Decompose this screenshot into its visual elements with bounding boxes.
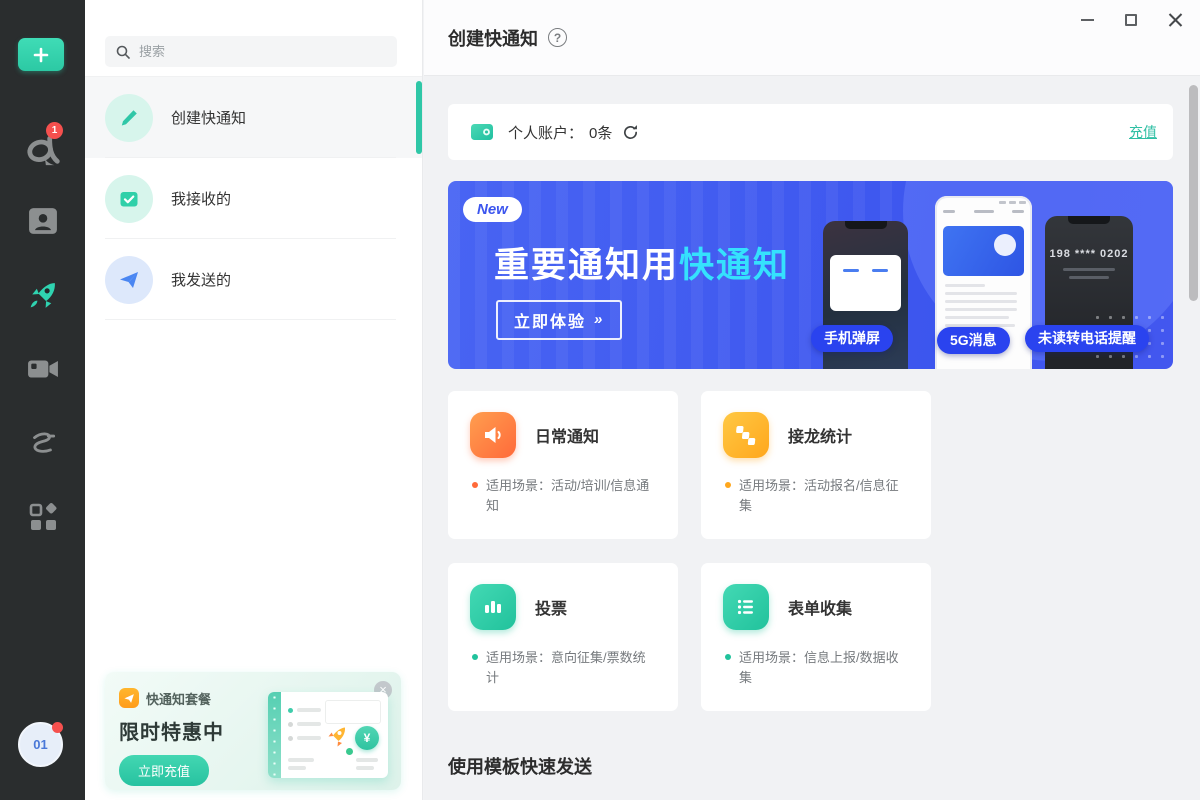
help-icon[interactable] — [548, 28, 567, 47]
promo-banner[interactable]: 198 **** 0202 New 重要通知用快通知 立即体验 手机弹屏 5G消… — [448, 181, 1173, 369]
create-new-button[interactable] — [18, 38, 64, 71]
app-rail: 1 — [0, 0, 85, 800]
card-title: 表单收集 — [788, 595, 852, 619]
account-count: 0条 — [589, 122, 612, 143]
close-icon — [1168, 13, 1182, 27]
card-form-collect[interactable]: 表单收集 适用场景：信息上报/数据收集 — [701, 563, 931, 711]
main-content: 个人账户： 0条 充值 — [424, 77, 1200, 800]
scrollbar-thumb[interactable] — [1189, 85, 1198, 301]
card-daily-notice[interactable]: 日常通知 适用场景：活动/培训/信息通知 — [448, 391, 678, 539]
video-camera-icon — [27, 357, 59, 381]
maximize-button[interactable] — [1116, 5, 1146, 35]
pencil-icon — [105, 94, 153, 142]
active-indicator — [416, 81, 422, 154]
card-desc: 适用场景：信息上报/数据收集 — [739, 648, 909, 688]
card-vote[interactable]: 投票 适用场景：意向征集/票数统计 — [448, 563, 678, 711]
promo-card[interactable]: 快通知套餐 限时特惠中 立即充值 — [105, 672, 401, 790]
headline-prefix: 重要通知用 — [494, 246, 679, 285]
list-item-label: 我发送的 — [171, 269, 231, 290]
plus-icon — [31, 45, 51, 65]
app-window: { "sidebar": { "badge_count": "1", "avat… — [0, 0, 1200, 800]
divider — [105, 319, 396, 320]
card-chain-stats[interactable]: 接龙统计 适用场景：活动报名/信息征集 — [701, 391, 931, 539]
bar-chart-icon — [470, 584, 516, 630]
banner-headline: 重要通知用快通知 — [494, 237, 790, 288]
bullet-dot — [472, 482, 478, 488]
close-button[interactable] — [1160, 5, 1190, 35]
recharge-now-button[interactable]: 立即充值 — [119, 755, 209, 786]
notification-badge: 1 — [46, 122, 63, 139]
notice-type-grid: 日常通知 适用场景：活动/培训/信息通知 接龙统计 适用场景：活动报名/信息征集 — [448, 391, 1172, 711]
coin-icon — [355, 726, 379, 750]
page-title: 创建快通知 — [448, 25, 538, 51]
try-now-button[interactable]: 立即体验 — [496, 300, 622, 340]
minimize-icon — [1081, 19, 1094, 21]
rail-item-quick-notice[interactable] — [0, 258, 85, 332]
card-desc: 适用场景：活动报名/信息征集 — [739, 476, 909, 516]
account-card: 个人账户： 0条 充值 — [448, 104, 1173, 160]
list-item-create-notice[interactable]: 创建快通知 — [85, 77, 422, 158]
list-item-label: 创建快通知 — [171, 107, 246, 128]
minimize-button[interactable] — [1072, 5, 1102, 35]
user-avatar[interactable]: 01 — [18, 722, 63, 767]
search-input[interactable] — [139, 44, 369, 59]
rail-item-cloud[interactable] — [0, 406, 85, 480]
promo-tag: 快通知套餐 — [146, 689, 211, 708]
contact-card-icon — [28, 207, 58, 235]
notice-list: 创建快通知 我接收的 我发送的 — [85, 77, 422, 320]
caller-number: 198 **** 0202 — [1045, 248, 1133, 260]
wallet-icon — [470, 122, 494, 142]
feature-label-5g: 5G消息 — [937, 327, 1010, 354]
card-title: 投票 — [535, 595, 567, 619]
search-box[interactable] — [105, 36, 397, 67]
new-badge: New — [463, 197, 522, 222]
promo-illustration — [268, 692, 388, 778]
chain-tiles-icon — [723, 412, 769, 458]
rail-nav: 1 — [0, 110, 85, 554]
try-now-label: 立即体验 — [514, 308, 586, 332]
paper-plane-icon — [105, 256, 153, 304]
list-panel: 创建快通知 我接收的 我发送的 快通知套餐 — [85, 0, 423, 800]
section-title: 使用模板快速发送 — [448, 753, 1172, 779]
bullet-dot — [725, 654, 731, 660]
card-desc: 适用场景：意向征集/票数统计 — [486, 648, 656, 688]
rail-item-apps[interactable] — [0, 480, 85, 554]
inbox-check-icon — [105, 175, 153, 223]
rail-item-contacts[interactable] — [0, 184, 85, 258]
maximize-icon — [1125, 14, 1137, 26]
refresh-icon[interactable] — [622, 124, 639, 141]
bullet-dot — [725, 482, 731, 488]
headline-highlight: 快通知 — [679, 246, 790, 285]
main-area: 创建快通知 个人账户： 0条 充值 — [424, 0, 1200, 800]
rail-item-messages[interactable]: 1 — [0, 110, 85, 184]
apps-grid-icon — [28, 502, 58, 532]
promo-headline: 限时特惠中 — [119, 716, 224, 745]
rocket-icon — [25, 278, 60, 313]
mini-rocket-icon — [324, 724, 350, 750]
promo-plane-icon — [119, 688, 139, 708]
list-item-sent[interactable]: 我发送的 — [85, 239, 422, 320]
list-lines-icon — [723, 584, 769, 630]
card-title: 日常通知 — [535, 423, 599, 447]
main-header: 创建快通知 — [424, 0, 1200, 76]
list-item-received[interactable]: 我接收的 — [85, 158, 422, 239]
search-icon — [115, 44, 131, 60]
window-controls — [1072, 0, 1190, 40]
card-desc: 适用场景：活动/培训/信息通知 — [486, 476, 656, 516]
card-title: 接龙统计 — [788, 423, 852, 447]
bullet-dot — [472, 654, 478, 660]
cloud-swirl-icon — [27, 430, 59, 456]
rail-item-meeting[interactable] — [0, 332, 85, 406]
account-label: 个人账户： — [508, 122, 583, 143]
feature-label-call: 未读转电话提醒 — [1025, 325, 1149, 352]
speaker-icon — [470, 412, 516, 458]
avatar-status-dot — [52, 722, 63, 733]
avatar-label: 01 — [33, 737, 47, 752]
arrow-icon — [586, 311, 604, 329]
list-item-label: 我接收的 — [171, 188, 231, 209]
feature-label-popup: 手机弹屏 — [811, 325, 893, 352]
recharge-link[interactable]: 充值 — [1129, 122, 1157, 142]
